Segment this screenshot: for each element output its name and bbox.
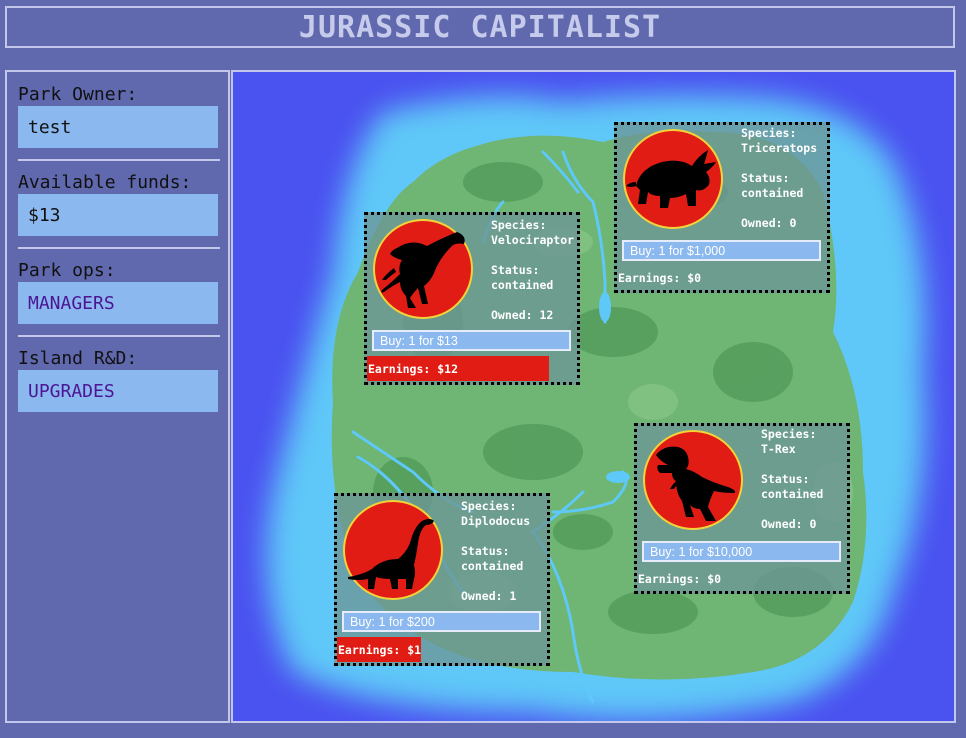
earnings-label: Earnings: $1 xyxy=(338,642,422,657)
species-name: Diplodocus xyxy=(461,514,531,528)
dino-card-trex: Species: T-Rex Status: contained Owned: … xyxy=(634,423,850,594)
triceratops-silhouette-icon xyxy=(623,129,723,229)
diplodocus-silhouette-icon xyxy=(343,500,443,600)
owned-count: Owned: 0 xyxy=(761,517,817,531)
earnings-label: Earnings: $0 xyxy=(618,270,702,285)
app-title: JURASSIC CAPITALIST xyxy=(298,9,662,45)
status-value: contained xyxy=(461,559,524,573)
species-label: Species: xyxy=(741,126,797,140)
status-value: contained xyxy=(741,186,804,200)
species-name: Triceratops xyxy=(741,141,818,155)
owned-count: Owned: 1 xyxy=(461,589,517,603)
buy-button[interactable]: Buy: 1 for $13 xyxy=(372,330,571,351)
species-name: T-Rex xyxy=(761,442,796,456)
divider xyxy=(18,335,220,337)
earnings-label: Earnings: $12 xyxy=(368,361,459,376)
dino-card-triceratops: Species: Triceratops Status: contained O… xyxy=(614,122,830,293)
divider xyxy=(18,159,220,161)
ops-label: Park ops: xyxy=(18,260,116,281)
status-value: contained xyxy=(491,278,554,292)
owned-count: Owned: 12 xyxy=(491,308,554,322)
status-label: Status: xyxy=(461,544,510,558)
divider xyxy=(18,247,220,249)
funds-value: $13 xyxy=(18,194,218,236)
funds-label: Available funds: xyxy=(18,172,192,193)
earnings-label: Earnings: $0 xyxy=(638,571,722,586)
owned-count: Owned: 0 xyxy=(741,216,797,230)
species-label: Species: xyxy=(461,499,517,513)
upgrades-button[interactable]: UPGRADES xyxy=(18,370,218,412)
status-value: contained xyxy=(761,487,824,501)
species-label: Species: xyxy=(491,218,547,232)
trex-silhouette-icon xyxy=(643,430,743,530)
status-label: Status: xyxy=(741,171,790,185)
sidebar: Park Owner: test Available funds: $13 Pa… xyxy=(5,70,230,723)
velociraptor-silhouette-icon xyxy=(373,219,473,319)
owner-label: Park Owner: xyxy=(18,84,138,105)
title-bar: JURASSIC CAPITALIST xyxy=(5,6,955,48)
dino-card-velociraptor: Species: Velociraptor Status: contained … xyxy=(364,212,580,385)
status-label: Status: xyxy=(491,263,540,277)
buy-button[interactable]: Buy: 1 for $1,000 xyxy=(622,240,821,261)
owner-value: test xyxy=(18,106,218,148)
species-name: Velociraptor xyxy=(491,233,575,247)
species-label: Species: xyxy=(761,427,817,441)
rnd-label: Island R&D: xyxy=(18,348,138,369)
managers-button[interactable]: MANAGERS xyxy=(18,282,218,324)
buy-button[interactable]: Buy: 1 for $200 xyxy=(342,611,541,632)
status-label: Status: xyxy=(761,472,810,486)
buy-button[interactable]: Buy: 1 for $10,000 xyxy=(642,541,841,562)
island-map: Species: Velociraptor Status: contained … xyxy=(231,70,956,723)
dino-card-diplodocus: Species: Diplodocus Status: contained Ow… xyxy=(334,493,550,666)
